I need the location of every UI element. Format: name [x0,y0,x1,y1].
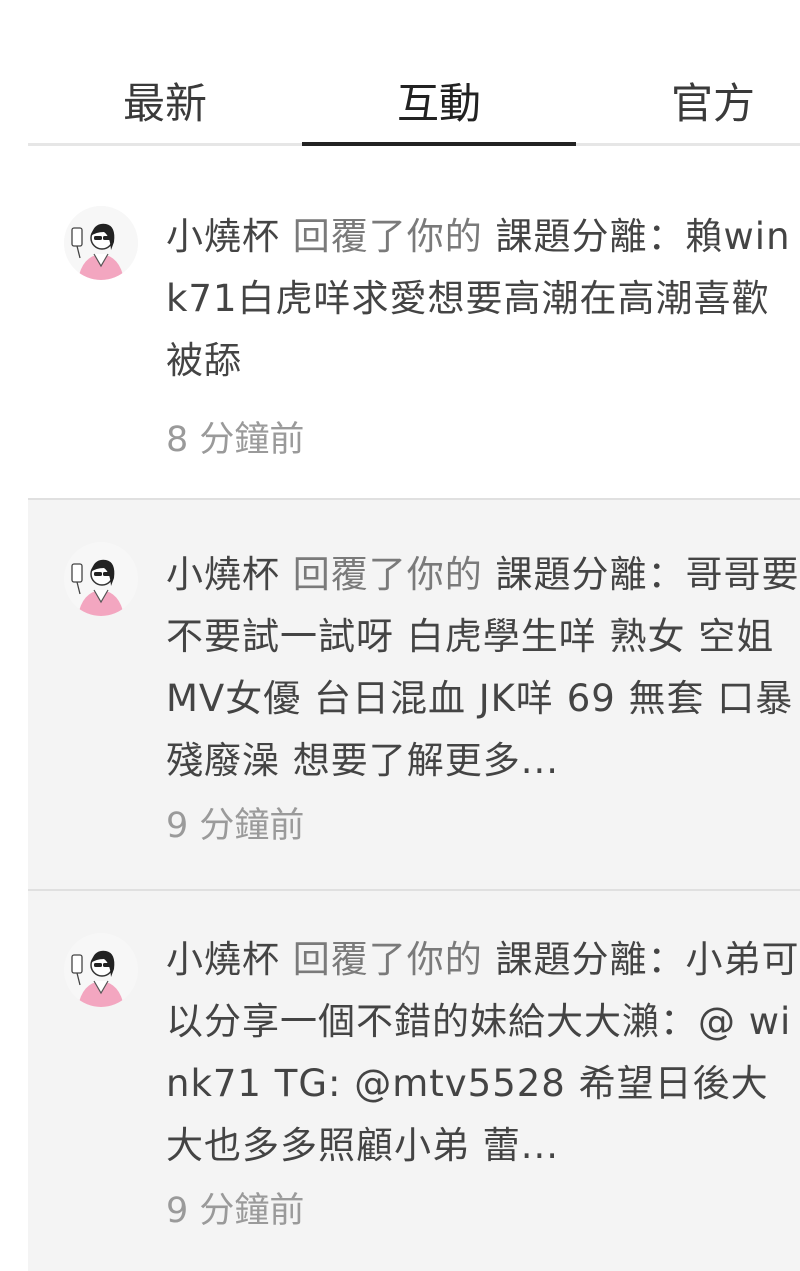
timestamp: 9 分鐘前 [166,806,305,846]
separator: ： [647,938,686,981]
action-text: 回覆了你的 [292,215,483,258]
notification-list: 小燒杯 回覆了你的 課題分離：賴wink71白虎咩求愛想要高潮在高潮喜歡被舔 8… [28,146,800,1271]
notification-item[interactable]: 小燒杯 回覆了你的 課題分離：賴wink71白虎咩求愛想要高潮在高潮喜歡被舔 8… [28,146,800,500]
separator: ： [647,553,686,596]
notification-item[interactable]: 小燒杯 回覆了你的 課題分離：小弟可以分享一個不錯的妹給大大瀨：@ wink71… [28,891,800,1271]
timestamp: 8 分鐘前 [166,420,305,460]
actor-name[interactable]: 小燒杯 [166,215,280,258]
tab-bar: 最新 互動 官方 [28,0,800,146]
post-title[interactable]: 課題分離 [496,215,648,258]
post-title[interactable]: 課題分離 [496,553,648,596]
action-text: 回覆了你的 [292,938,483,981]
post-title[interactable]: 課題分離 [496,938,648,981]
action-text: 回覆了你的 [292,553,483,596]
notification-text: 小燒杯 回覆了你的 課題分離：小弟可以分享一個不錯的妹給大大瀨：@ wink71… [166,929,800,1177]
separator: ： [647,215,686,258]
notification-text: 小燒杯 回覆了你的 課題分離：賴wink71白虎咩求愛想要高潮在高潮喜歡被舔 [166,206,800,392]
tab-official[interactable]: 官方 [576,78,800,146]
user-avatar-icon[interactable] [64,542,138,616]
tab-interactions[interactable]: 互動 [302,78,576,146]
user-avatar-icon[interactable] [64,206,138,280]
actor-name[interactable]: 小燒杯 [166,938,280,981]
timestamp: 9 分鐘前 [166,1191,305,1231]
actor-name[interactable]: 小燒杯 [166,553,280,596]
tab-latest[interactable]: 最新 [28,78,302,146]
notification-item[interactable]: 小燒杯 回覆了你的 課題分離：哥哥要不要試一試呀 白虎學生咩 熟女 空姐 MV女… [28,500,800,891]
notification-text: 小燒杯 回覆了你的 課題分離：哥哥要不要試一試呀 白虎學生咩 熟女 空姐 MV女… [166,544,800,792]
user-avatar-icon[interactable] [64,933,138,1007]
